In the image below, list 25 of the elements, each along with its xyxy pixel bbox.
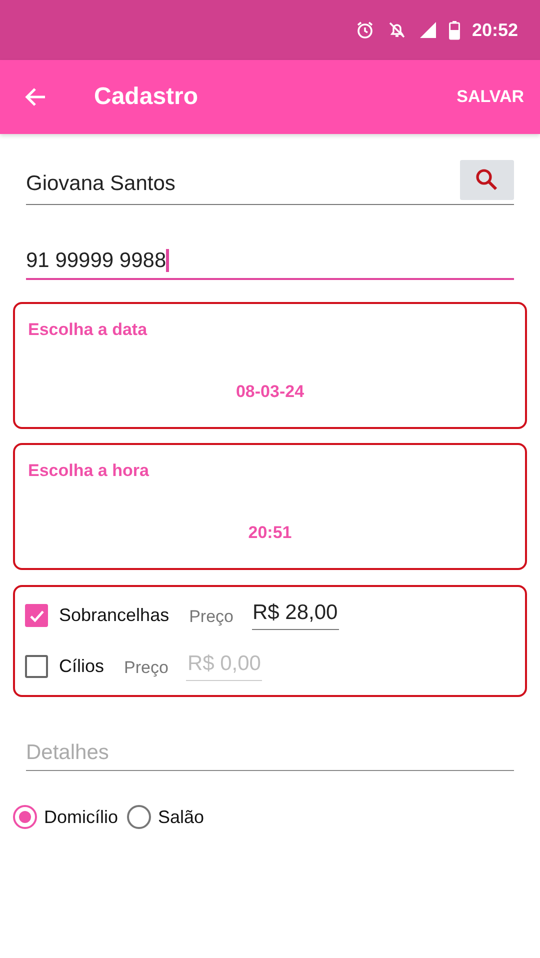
radio-label[interactable]: Domicílio bbox=[44, 806, 118, 828]
battery-icon bbox=[448, 20, 460, 40]
price-label: Preço bbox=[189, 607, 234, 627]
phone-field[interactable]: 91 99999 9988 bbox=[26, 245, 514, 280]
checkbox[interactable] bbox=[25, 604, 48, 627]
service-label: Sobrancelhas bbox=[59, 605, 170, 626]
muted-bell-icon bbox=[386, 20, 407, 40]
search-icon bbox=[474, 167, 500, 193]
signal-icon bbox=[418, 21, 437, 39]
picker-value: 20:51 bbox=[248, 523, 292, 543]
picker-value: 08-03-24 bbox=[236, 382, 304, 402]
name-field[interactable]: Giovana Santos bbox=[26, 160, 460, 201]
service-label: Cílios bbox=[59, 656, 104, 677]
price-field[interactable]: R$ 28,00 bbox=[252, 601, 339, 630]
clock-time: 20:52 bbox=[472, 20, 518, 40]
checkbox[interactable] bbox=[25, 655, 48, 678]
radio-button[interactable] bbox=[13, 805, 37, 829]
picker-label: Escolha a data bbox=[28, 320, 148, 340]
search-button[interactable] bbox=[460, 160, 514, 200]
radio-button[interactable] bbox=[127, 805, 152, 829]
picker-label: Escolha a hora bbox=[28, 461, 150, 481]
price-label: Preço bbox=[124, 658, 168, 678]
alarm-icon bbox=[354, 20, 375, 40]
radio-label[interactable]: Salão bbox=[158, 806, 204, 828]
screen-title: Cadastro bbox=[94, 83, 200, 111]
